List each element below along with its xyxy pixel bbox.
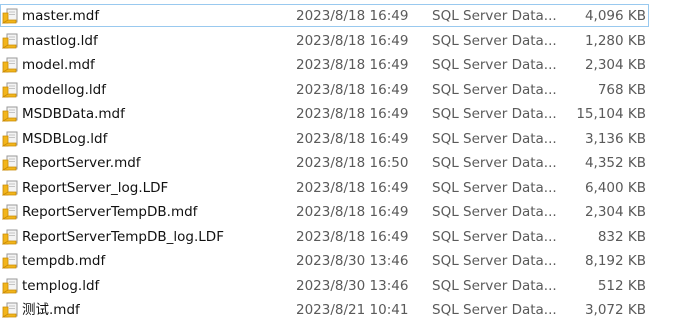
- file-name[interactable]: ReportServer_log.LDF: [22, 176, 168, 201]
- file-row[interactable]: ReportServer_log.LDF 2023/8/18 16:49 SQL S…: [0, 176, 692, 201]
- file-name[interactable]: mastlog.ldf: [22, 29, 98, 54]
- sql-server-data-file-icon: [2, 106, 18, 122]
- file-name[interactable]: ReportServer.mdf: [22, 151, 141, 176]
- file-type: SQL Server Data...: [432, 155, 557, 171]
- file-modified-date: 2023/8/18 16:49: [296, 106, 409, 122]
- file-type: SQL Server Data...: [432, 302, 557, 318]
- file-type: SQL Server Data...: [432, 81, 557, 98]
- file-type: SQL Server Data...: [432, 57, 557, 73]
- file-name[interactable]: 测试.mdf: [22, 298, 80, 323]
- file-name[interactable]: MSDBLog.ldf: [22, 127, 107, 152]
- file-size: 768 KB: [597, 81, 646, 98]
- file-modified-date: 2023/8/18 16:49: [296, 204, 409, 220]
- file-row[interactable]: tempdb.mdf 2023/8/30 13:46 SQL Server Data…: [0, 249, 692, 274]
- sql-server-data-file-icon: [2, 33, 18, 48]
- file-size: 15,104 KB: [576, 106, 646, 122]
- file-size: 3,072 KB: [584, 302, 646, 318]
- file-name[interactable]: modellog.ldf: [22, 78, 106, 103]
- file-row[interactable]: mastlog.ldf 2023/8/18 16:49 SQL Server Dat…: [0, 29, 692, 54]
- file-row[interactable]: MSDBLog.ldf 2023/8/18 16:49 SQL Server Dat…: [0, 127, 692, 152]
- file-list: master.mdf 2023/8/18 16:49 SQL Server Data…: [0, 4, 692, 323]
- file-type: SQL Server Data...: [432, 179, 557, 196]
- file-type: SQL Server Data...: [432, 8, 557, 24]
- file-type: SQL Server Data...: [432, 32, 557, 49]
- file-type: SQL Server Data...: [432, 228, 557, 245]
- file-size: 512 KB: [597, 277, 646, 294]
- file-size: 832 KB: [597, 228, 646, 245]
- sql-server-data-file-icon: [2, 155, 18, 171]
- file-type: SQL Server Data...: [432, 253, 557, 269]
- file-name[interactable]: master.mdf: [22, 4, 99, 29]
- file-modified-date: 2023/8/30 13:46: [296, 277, 409, 294]
- file-size: 8,192 KB: [584, 253, 646, 269]
- file-row[interactable]: model.mdf 2023/8/18 16:49 SQL Server Data.…: [0, 53, 692, 78]
- file-row[interactable]: ReportServer.mdf 2023/8/18 16:50 SQL Serve…: [0, 151, 692, 176]
- file-type: SQL Server Data...: [432, 106, 557, 122]
- file-name[interactable]: ReportServerTempDB_log.LDF: [22, 225, 224, 250]
- sql-server-data-file-icon: [2, 57, 18, 73]
- sql-server-data-file-icon: [2, 8, 18, 24]
- sql-server-data-file-icon: [2, 180, 18, 195]
- file-row[interactable]: ReportServerTempDB_log.LDF 2023/8/18 16:4…: [0, 225, 692, 250]
- file-size: 2,304 KB: [584, 57, 646, 73]
- file-name[interactable]: tempdb.mdf: [22, 249, 105, 274]
- file-name[interactable]: MSDBData.mdf: [22, 102, 125, 127]
- file-size: 3,136 KB: [584, 130, 646, 147]
- file-modified-date: 2023/8/21 10:41: [296, 302, 409, 318]
- file-modified-date: 2023/8/18 16:49: [296, 228, 409, 245]
- file-row[interactable]: MSDBData.mdf 2023/8/18 16:49 SQL Server Da…: [0, 102, 692, 127]
- file-row[interactable]: 测试.mdf 2023/8/21 10:41 SQL Server Data... 3…: [0, 298, 692, 323]
- file-size: 4,352 KB: [584, 155, 646, 171]
- file-row[interactable]: ReportServerTempDB.mdf 2023/8/18 16:49 SQL…: [0, 200, 692, 225]
- file-type: SQL Server Data...: [432, 204, 557, 220]
- sql-server-data-file-icon: [2, 253, 18, 269]
- sql-server-data-file-icon: [2, 204, 18, 220]
- file-size: 4,096 KB: [584, 8, 646, 24]
- sql-server-data-file-icon: [2, 278, 18, 293]
- file-modified-date: 2023/8/18 16:49: [296, 8, 409, 24]
- sql-server-data-file-icon: [2, 302, 18, 318]
- file-modified-date: 2023/8/18 16:50: [296, 155, 409, 171]
- file-name[interactable]: ReportServerTempDB.mdf: [22, 200, 197, 225]
- file-modified-date: 2023/8/18 16:49: [296, 179, 409, 196]
- file-modified-date: 2023/8/18 16:49: [296, 32, 409, 49]
- file-modified-date: 2023/8/18 16:49: [296, 57, 409, 73]
- file-type: SQL Server Data...: [432, 130, 557, 147]
- sql-server-data-file-icon: [2, 82, 18, 97]
- file-type: SQL Server Data...: [432, 277, 557, 294]
- file-modified-date: 2023/8/30 13:46: [296, 253, 409, 269]
- file-name[interactable]: templog.ldf: [22, 274, 99, 299]
- file-size: 6,400 KB: [584, 179, 646, 196]
- file-row[interactable]: modellog.ldf 2023/8/18 16:49 SQL Server Da…: [0, 78, 692, 103]
- file-size: 1,280 KB: [584, 32, 646, 49]
- file-modified-date: 2023/8/18 16:49: [296, 130, 409, 147]
- file-size: 2,304 KB: [584, 204, 646, 220]
- file-row[interactable]: master.mdf 2023/8/18 16:49 SQL Server Data…: [0, 4, 692, 29]
- file-name[interactable]: model.mdf: [22, 53, 95, 78]
- file-row[interactable]: templog.ldf 2023/8/30 13:46 SQL Server Dat…: [0, 274, 692, 299]
- file-modified-date: 2023/8/18 16:49: [296, 81, 409, 98]
- sql-server-data-file-icon: [2, 229, 18, 244]
- sql-server-data-file-icon: [2, 131, 18, 146]
